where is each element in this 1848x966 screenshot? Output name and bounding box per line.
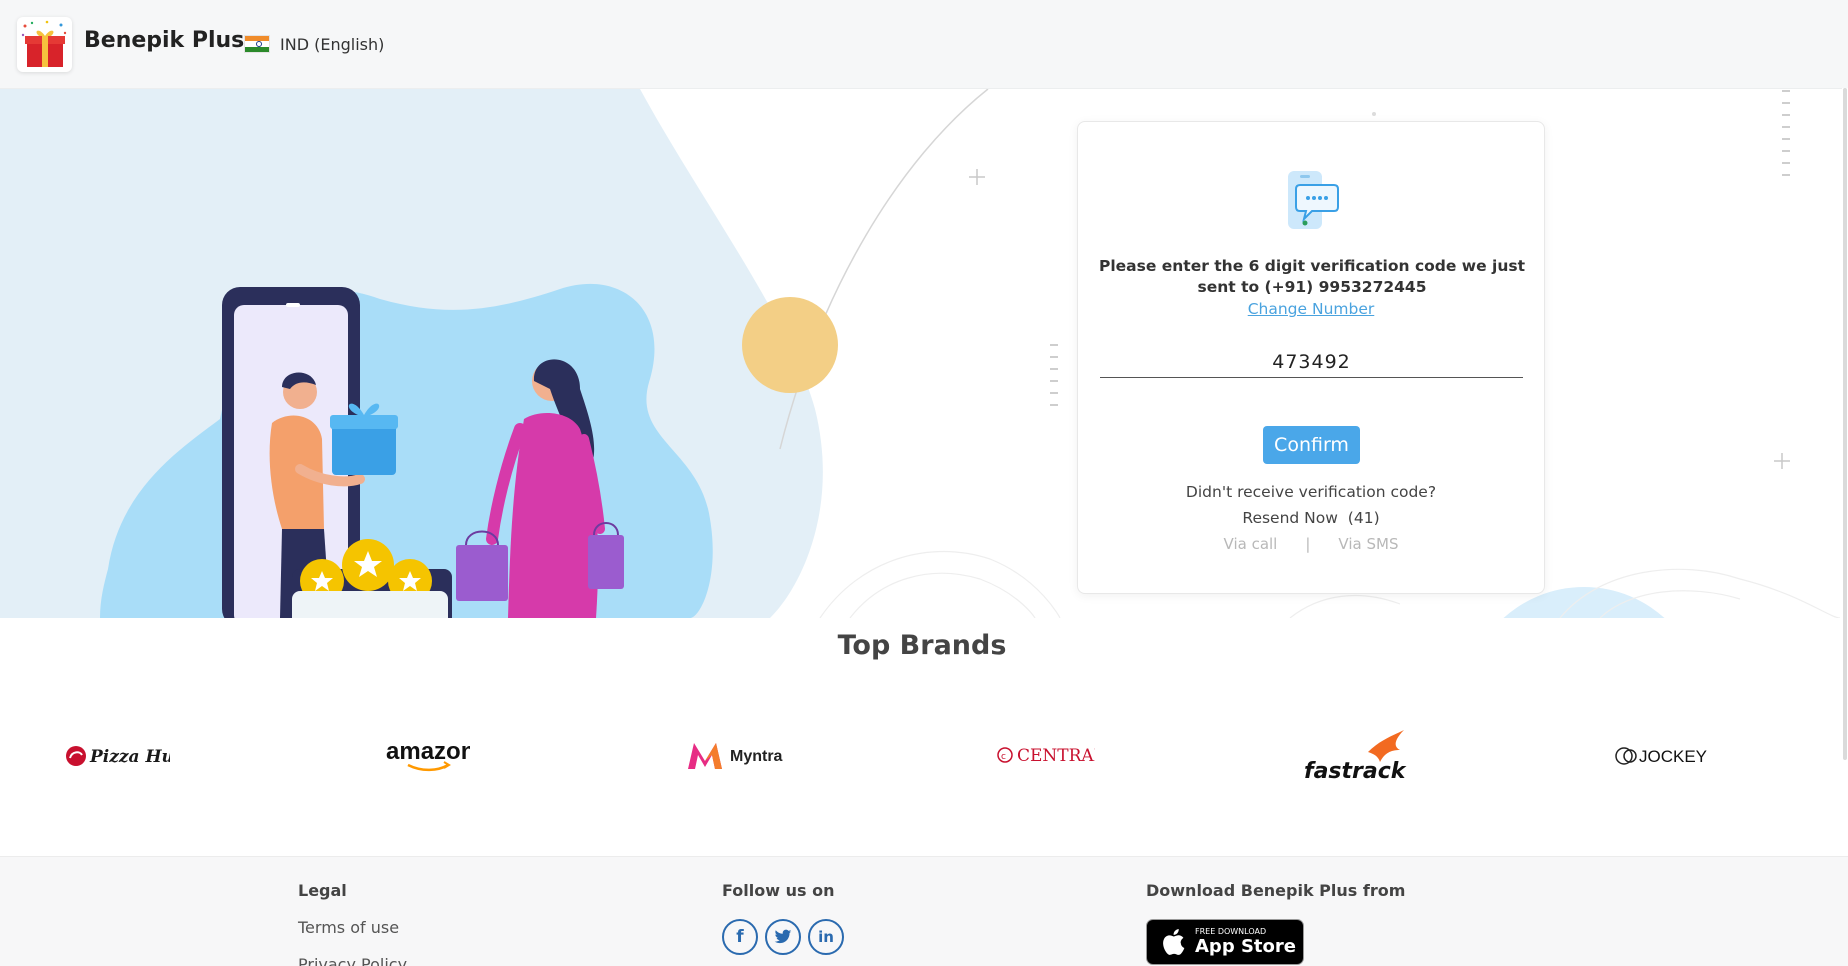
brand-label: Myntra bbox=[730, 748, 783, 765]
india-flag-icon bbox=[244, 35, 270, 53]
change-number-link[interactable]: Change Number bbox=[1078, 300, 1544, 318]
gift-icon[interactable] bbox=[17, 17, 72, 72]
jockey-logo[interactable]: JOCKEY bbox=[1614, 728, 1714, 784]
hero-section bbox=[0, 89, 1848, 618]
terms-of-use-link[interactable]: Terms of use bbox=[298, 918, 407, 937]
footer-social: Follow us on f in bbox=[722, 881, 844, 955]
follow-heading: Follow us on bbox=[722, 881, 835, 900]
footer-legal: Legal Terms of use Privacy Policy bbox=[298, 881, 407, 966]
brand-label: Pizza Hut bbox=[89, 747, 170, 767]
facebook-icon[interactable]: f bbox=[722, 919, 758, 955]
footer: Legal Terms of use Privacy Policy Follow… bbox=[0, 856, 1848, 966]
language-label: IND (English) bbox=[280, 34, 385, 54]
social-links: f in bbox=[722, 919, 844, 955]
central-logo[interactable]: c CENTRAL bbox=[995, 728, 1095, 784]
resend-countdown: Resend Now (41) bbox=[1242, 509, 1380, 527]
linkedin-icon[interactable]: in bbox=[808, 919, 844, 955]
didnt-receive-text: Didn't receive verification code? bbox=[1185, 483, 1437, 501]
brand-logos-row: Pizza Hut amazon Myntra c CENTRAL fastra… bbox=[0, 728, 1844, 784]
svg-text:c: c bbox=[1001, 752, 1006, 762]
top-header: Benepik Plus IND (English) bbox=[0, 0, 1848, 89]
fastrack-logo[interactable]: fastrack bbox=[1300, 728, 1412, 784]
language-selector[interactable]: IND (English) bbox=[236, 30, 392, 58]
confirm-button[interactable]: Confirm bbox=[1263, 426, 1360, 464]
chat-message-icon bbox=[1284, 169, 1340, 233]
pizza-hut-logo[interactable]: Pizza Hut bbox=[60, 728, 170, 784]
via-call-link[interactable]: Via call bbox=[1224, 535, 1278, 553]
amazon-logo[interactable]: amazon bbox=[380, 728, 470, 784]
appstore-small-text: FREE DOWNLOAD bbox=[1195, 927, 1267, 936]
hero-illustration bbox=[0, 89, 1841, 618]
legal-heading: Legal bbox=[298, 881, 347, 900]
verification-code-input[interactable] bbox=[1100, 346, 1523, 378]
privacy-policy-link[interactable]: Privacy Policy bbox=[298, 955, 407, 966]
download-heading: Download Benepik Plus from bbox=[1146, 881, 1406, 900]
via-sms-link[interactable]: Via SMS bbox=[1338, 535, 1398, 553]
verification-instruction: Please enter the 6 digit verification co… bbox=[1098, 257, 1525, 296]
myntra-logo[interactable]: Myntra bbox=[684, 728, 789, 784]
app-store-button[interactable]: FREE DOWNLOAD App Store bbox=[1146, 919, 1304, 965]
verification-card: Please enter the 6 digit verification co… bbox=[1077, 121, 1545, 594]
brand-label: fastrack bbox=[1304, 759, 1407, 784]
twitter-icon[interactable] bbox=[765, 919, 801, 955]
apple-icon bbox=[1163, 929, 1185, 955]
brand-label: JOCKEY bbox=[1639, 747, 1707, 766]
brand-label: amazon bbox=[386, 739, 470, 765]
brand-name: Benepik Plus bbox=[84, 28, 245, 53]
appstore-big-text: App Store bbox=[1195, 936, 1296, 957]
top-brands-title: Top Brands bbox=[837, 630, 1007, 661]
resend-options: Via call | Via SMS bbox=[1078, 535, 1544, 553]
resend-separator: | bbox=[1305, 535, 1311, 553]
footer-download: Download Benepik Plus from FREE DOWNLOAD… bbox=[1146, 881, 1405, 965]
brand-label: CENTRAL bbox=[1017, 746, 1095, 766]
